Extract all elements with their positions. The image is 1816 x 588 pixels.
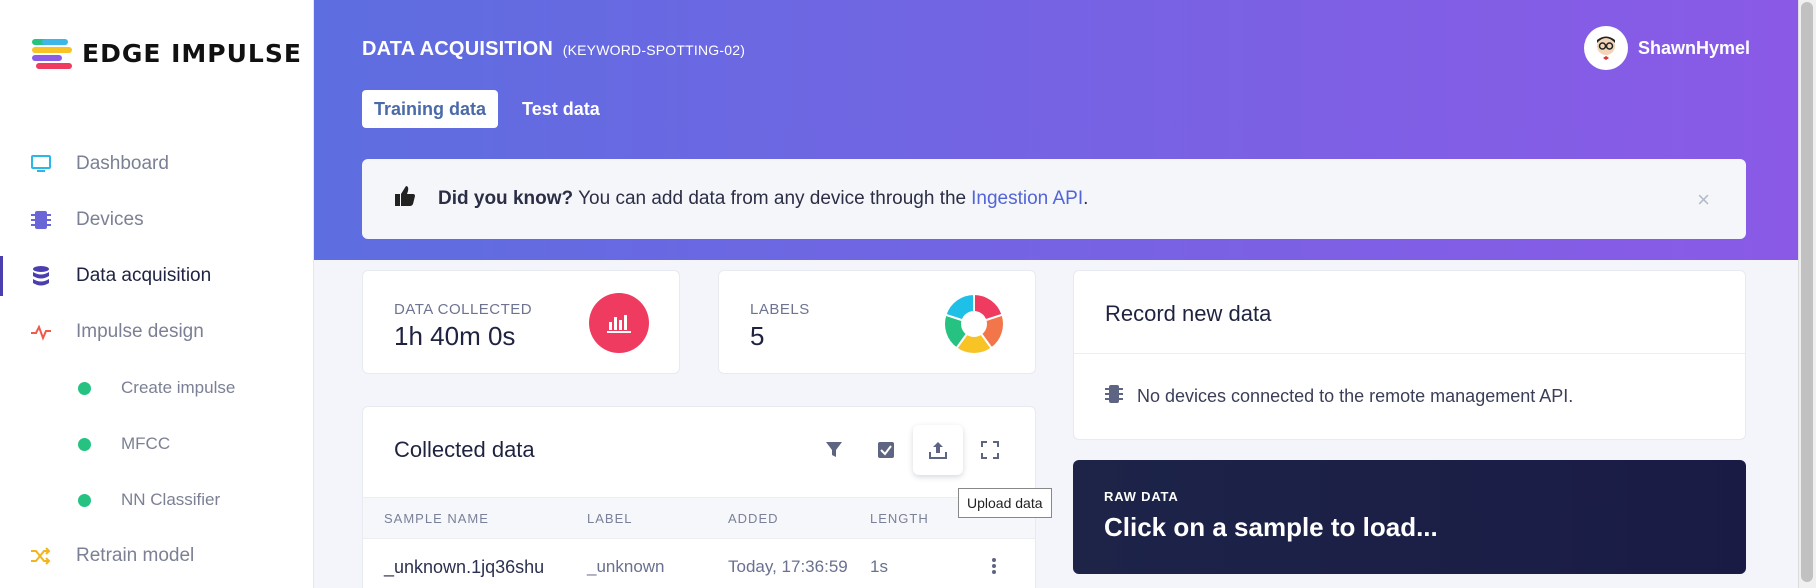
sidebar-item-data-acquisition[interactable]: Data acquisition [0,248,314,304]
sidebar-subitem-create-impulse[interactable]: Create impulse [0,360,314,416]
data-collected-label: DATA COLLECTED [394,301,533,318]
close-icon[interactable]: × [1697,187,1710,213]
ingestion-api-link[interactable]: Ingestion API [971,188,1083,210]
sidebar-item-devices[interactable]: Devices [0,192,314,248]
column-label[interactable]: LABEL [587,511,632,526]
label-cell: _unknown [587,557,665,576]
select-button[interactable] [861,425,911,475]
status-dot [78,437,91,451]
column-sample-name[interactable]: SAMPLE NAME [384,511,489,526]
sidebar-item-label: Impulse design [76,321,204,342]
record-title: Record new data [1105,301,1272,326]
checkbox-icon [878,442,894,458]
user-menu[interactable]: ShawnHymel [1583,26,1750,70]
chip-icon [1105,384,1123,409]
tip-end: . [1083,188,1089,209]
tip-heading: Did you know? [438,188,574,209]
labels-card: LABELS 5 [718,270,1036,374]
pulse-icon [30,321,52,343]
labels-label: LABELS [750,301,810,318]
raw-data-panel: RAW DATA Click on a sample to load... [1073,460,1746,574]
monitor-icon [30,153,52,175]
tip-text: You can add data from any device through… [578,188,967,209]
upload-icon [929,442,947,459]
record-new-data-card: Record new data No devices connected to … [1073,270,1746,440]
username: ShawnHymel [1637,37,1750,58]
no-devices-message: No devices connected to the remote manag… [1105,384,1573,409]
collected-data-card: Collected data SAMPLE NAME LABEL ADDED L… [362,406,1036,588]
divider [1074,353,1745,354]
filter-icon [826,442,842,457]
avatar [1583,26,1628,70]
labels-value: 5 [750,321,765,351]
sidebar-item-label: Devices [76,209,144,230]
expand-icon [981,441,999,459]
table-header: SAMPLE NAME LABEL ADDED LENGTH [363,497,1035,539]
added-cell: Today, 17:36:59 [728,557,848,576]
upload-data-tooltip: Upload data [958,488,1052,518]
upload-data-button[interactable] [913,425,963,475]
sidebar-subitem-mfcc[interactable]: MFCC [0,416,314,472]
edge-impulse-logo-icon [32,38,72,69]
sidebar-item-label: Dashboard [76,153,169,174]
sample-name-cell: _unknown.1jq36shu [384,557,545,577]
sidebar-subitem-nn-classifier[interactable]: NN Classifier [0,472,314,528]
data-collected-card: DATA COLLECTED 1h 40m 0s [362,270,680,374]
scrollbar-thumb[interactable] [1801,2,1813,582]
sidebar-item-retrain-model[interactable]: Retrain model [0,528,314,584]
column-length[interactable]: LENGTH [870,511,929,526]
brand-logo[interactable]: EDGE IMPULSE [32,38,302,69]
status-dot [78,381,91,395]
page-title-text: DATA ACQUISITION [362,38,553,60]
project-name: (KEYWORD-SPOTTING-02) [562,42,746,58]
raw-data-label: RAW DATA [1104,489,1179,504]
column-added[interactable]: ADDED [728,511,779,526]
more-options-icon[interactable] [991,557,997,580]
tab-test-data[interactable]: Test data [510,90,612,128]
brand-name: EDGE IMPULSE [82,38,302,68]
tip-banner: Did you know? You can add data from any … [362,159,1746,239]
database-icon [30,265,52,287]
scrollbar[interactable] [1798,0,1816,588]
data-collected-value: 1h 40m 0s [394,321,516,351]
sidebar-item-label: Create impulse [121,378,236,397]
tab-bar: Training data Test data [362,90,612,128]
sidebar-item-impulse-design[interactable]: Impulse design [0,304,314,360]
raw-data-placeholder: Click on a sample to load... [1104,512,1438,542]
sidebar-item-label: Data acquisition [76,265,212,286]
status-dot [78,493,91,507]
thumbs-up-icon [394,185,416,213]
labels-donut-icon [943,292,1005,355]
sidebar: EDGE IMPULSE Dashboard Devices Data acqu… [0,0,314,588]
sidebar-item-label: Retrain model [76,545,195,566]
page-title: DATA ACQUISITION (KEYWORD-SPOTTING-02) [362,38,745,61]
chip-icon [30,209,52,231]
collected-data-toolbar [809,425,1015,475]
collected-data-title: Collected data [394,437,535,462]
no-devices-text: No devices connected to the remote manag… [1137,386,1574,406]
sidebar-item-label: NN Classifier [121,490,221,509]
tab-training-data[interactable]: Training data [362,90,499,128]
filter-button[interactable] [809,425,859,475]
expand-button[interactable] [965,425,1015,475]
sidebar-item-label: MFCC [121,434,171,453]
length-cell: 1s [870,557,888,576]
shuffle-icon [30,545,52,567]
sidebar-item-dashboard[interactable]: Dashboard [0,136,314,192]
bar-chart-icon [589,293,649,353]
